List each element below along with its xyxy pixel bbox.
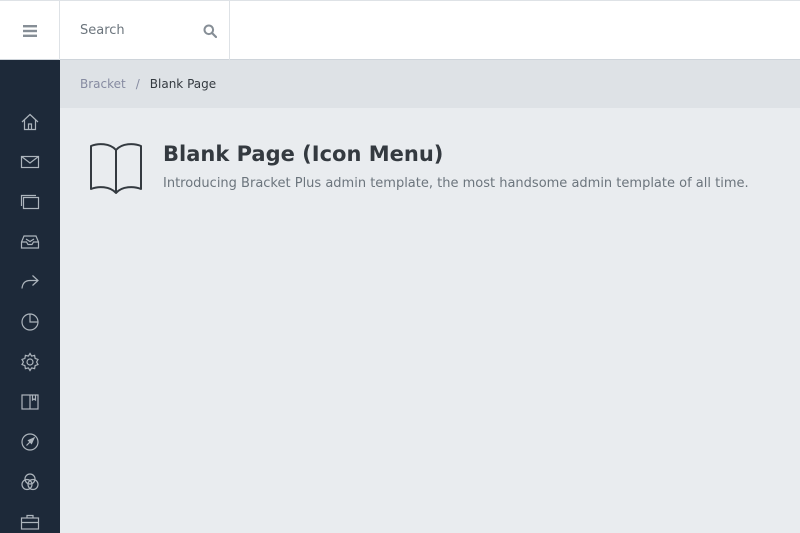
sidebar-item-briefcase[interactable] [0,502,60,533]
breadcrumb-link-bracket[interactable]: Bracket [80,77,126,91]
gear-icon [21,352,39,372]
sidebar-item-charts[interactable] [0,302,60,342]
sidebar-item-book[interactable] [0,382,60,422]
page-subtitle: Introducing Bracket Plus admin template,… [163,176,749,191]
open-book-icon [90,143,142,194]
menu-toggle-button[interactable] [0,1,60,60]
sidebar [0,60,60,533]
breadcrumb-current: Blank Page [149,77,217,91]
search-button[interactable] [190,1,230,60]
search-icon [203,24,217,38]
book-icon [21,394,39,410]
breadcrumb: Bracket / Blank Page [60,60,800,108]
sidebar-item-windows[interactable] [0,182,60,222]
page-title: Blank Page (Icon Menu) [163,142,444,166]
share-icon [21,275,39,289]
inbox-icon [20,235,40,249]
pie-chart-icon [21,313,39,331]
breadcrumb-separator: / [135,77,140,91]
navigate-icon [21,433,39,451]
briefcase-icon [20,514,40,530]
sidebar-item-share[interactable] [0,262,60,302]
sidebar-item-mail[interactable] [0,142,60,182]
sidebar-item-navigate[interactable] [0,422,60,462]
sidebar-item-home[interactable] [0,102,60,142]
sidebar-item-settings[interactable] [0,342,60,382]
mail-icon [20,155,40,169]
home-icon [21,113,39,131]
search-input[interactable] [60,1,190,60]
hamburger-icon [22,24,37,37]
sidebar-item-circles[interactable] [0,462,60,502]
search-box [60,1,230,60]
sidebar-item-inbox[interactable] [0,222,60,262]
windows-icon [20,194,40,210]
circles-icon [21,473,39,491]
top-header [0,0,800,60]
